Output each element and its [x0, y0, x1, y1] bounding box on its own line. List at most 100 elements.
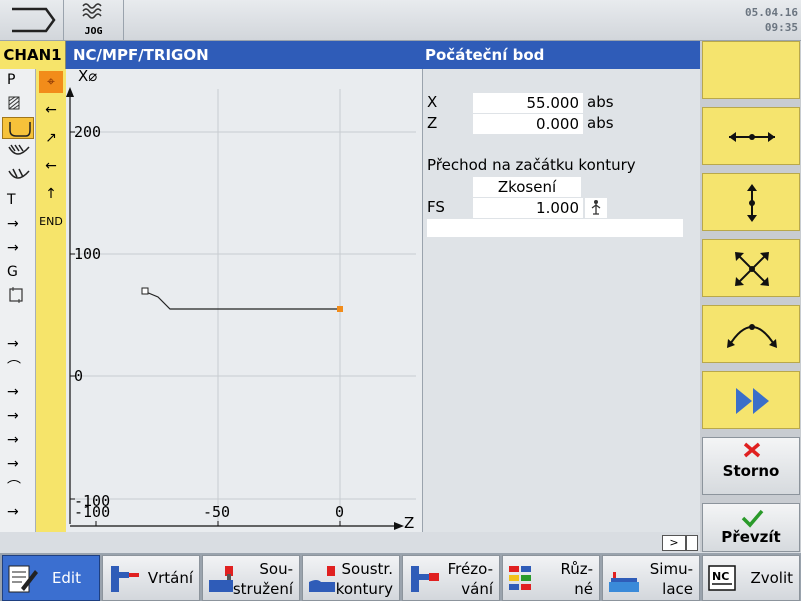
edit-pencil-icon: [8, 565, 38, 593]
drilling-label: Vrtání: [147, 569, 193, 587]
softkey-horizontal-button[interactable]: [702, 107, 800, 165]
step-program-header[interactable]: P: [2, 69, 34, 91]
z-value-field[interactable]: 0.000: [473, 114, 583, 134]
simulation-label-line2: lace: [662, 580, 693, 598]
accept-label: Převzít: [721, 528, 781, 546]
milling-button[interactable]: Frézo- vání: [402, 555, 500, 601]
element-up-arrow[interactable]: ↑: [39, 183, 63, 205]
step-contour-icon[interactable]: [2, 117, 34, 139]
transition-heading: Přechod na začátku kontury: [427, 156, 636, 174]
step-arrow-2[interactable]: →: [2, 237, 34, 259]
misc-label-line2: né: [574, 580, 593, 598]
contour-turning-label: Soustr. kontury: [336, 559, 393, 599]
date-text: 05.04.16: [745, 6, 798, 19]
edit-button[interactable]: Edit: [2, 555, 100, 601]
element-left-arrow-2[interactable]: ←: [39, 155, 63, 177]
softkey-arc-button[interactable]: [702, 305, 800, 363]
contour-start-marker: [141, 287, 149, 295]
horizontal-softkeys: Edit Vrtání Sou- stružení Soustr. kontur…: [0, 553, 801, 601]
fs-value-field[interactable]: 1.000: [473, 198, 583, 218]
y-tick-100: 100: [74, 245, 101, 263]
step-arrow-7[interactable]: →: [2, 453, 34, 475]
blank-hatch-icon: [8, 96, 20, 110]
step-arrow-3[interactable]: →: [2, 333, 34, 355]
step-arrow-5[interactable]: →: [2, 405, 34, 427]
softkey-forward-button[interactable]: [702, 371, 800, 429]
misc-grid-icon: [509, 566, 531, 590]
softkey-vertical-button[interactable]: [702, 173, 800, 231]
end-marker[interactable]: END: [39, 211, 63, 233]
contour-element-list: ⌖ ← ↗ ← ↑ END: [36, 69, 66, 532]
edit-label: Edit: [51, 569, 81, 587]
softkey-diagonal-button[interactable]: [702, 239, 800, 297]
misc-button[interactable]: Růz- né: [502, 555, 600, 601]
step-tool[interactable]: T: [2, 189, 34, 211]
parameter-panel: X 55.000 abs Z 0.000 abs Přechod na začá…: [422, 69, 700, 532]
step-gcode[interactable]: G: [2, 261, 34, 283]
step-stock-removal-icon[interactable]: [2, 141, 34, 163]
drilling-button[interactable]: Vrtání: [102, 555, 200, 601]
x-unit[interactable]: abs: [587, 93, 614, 111]
residual-icon: [8, 168, 30, 179]
softkey-empty-1[interactable]: [702, 41, 800, 99]
start-point-icon[interactable]: ⌖: [39, 71, 63, 93]
x-value-field[interactable]: 55.000: [473, 93, 583, 113]
program-step-list: P T → → G → ⌒ → → → → ⌒ →: [0, 69, 36, 532]
step-residual-icon[interactable]: [2, 165, 34, 187]
date-time: 05.04.16 09:35: [745, 5, 798, 35]
scroll-end-button[interactable]: [686, 535, 698, 551]
scroll-right-button[interactable]: >: [662, 535, 686, 551]
arc-icon: [727, 324, 777, 348]
x-label: X: [427, 93, 438, 111]
simulation-label-line1: Simu-: [649, 560, 693, 578]
step-arc-2[interactable]: ⌒: [2, 477, 34, 499]
turning-button[interactable]: Sou- stružení: [202, 555, 300, 601]
tick-marks: [70, 131, 341, 526]
x-tick-neg100: -100: [74, 503, 110, 521]
nc-icon-text: NC: [712, 570, 729, 583]
contour-turning-label-line1: Soustr.: [341, 560, 393, 578]
step-arrow-4[interactable]: →: [2, 381, 34, 403]
z-unit[interactable]: abs: [587, 114, 614, 132]
simulation-button[interactable]: Simu- lace: [602, 555, 700, 601]
cancel-button[interactable]: Storno: [702, 437, 800, 495]
step-blank-icon[interactable]: [2, 93, 34, 115]
select-button[interactable]: NC Zvolit: [702, 555, 800, 601]
current-point-marker: [337, 306, 343, 312]
vertical-softkeys: Storno Převzít: [700, 41, 801, 552]
z-label: Z: [427, 114, 438, 132]
milling-label-line2: vání: [461, 580, 493, 598]
step-arrow-8[interactable]: →: [2, 501, 34, 523]
x-tick-labels: -100 -50 0: [74, 503, 344, 521]
menu-select-button[interactable]: [0, 0, 64, 40]
turning-label-line2: stružení: [232, 580, 293, 598]
y-axis-label: X⌀: [78, 69, 97, 85]
nc-select-icon: NC: [708, 565, 736, 591]
accept-button[interactable]: Převzít: [702, 503, 800, 552]
contour-turning-button[interactable]: Soustr. kontury: [302, 555, 400, 601]
select-label: Zvolit: [750, 569, 793, 587]
y-tick-labels: 200 100 0 -100: [74, 123, 110, 510]
channel-label: CHAN1: [0, 41, 66, 69]
jog-label: JOG: [84, 26, 103, 37]
misc-label: Růz- né: [560, 559, 593, 599]
contour-icon: [9, 122, 31, 137]
step-arrow-6[interactable]: →: [2, 429, 34, 451]
stock-removal-icon: [8, 144, 30, 155]
top-status-bar: JOG 05.04.16 09:35: [0, 0, 801, 41]
transition-type-select[interactable]: Zkosení: [473, 177, 581, 197]
step-arc-1[interactable]: ⌒: [2, 357, 34, 379]
grid-lines: [74, 89, 416, 524]
jog-wave-icon: [82, 3, 102, 19]
element-diagonal-arrow[interactable]: ↗: [39, 127, 63, 149]
time-text: 09:35: [764, 21, 798, 34]
element-left-arrow[interactable]: ←: [39, 99, 63, 121]
chamfer-tool-icon: [591, 200, 601, 215]
header-bar: CHAN1 NC/MPF/TRIGON Počáteční bod: [0, 41, 700, 69]
cycle-icon: [9, 287, 23, 303]
y-tick-200: 200: [74, 123, 101, 141]
step-cycle-icon[interactable]: [2, 285, 34, 307]
step-arrow-1[interactable]: →: [2, 213, 34, 235]
x-tick-0: 0: [335, 503, 344, 521]
turning-label: Sou- stružení: [233, 559, 293, 599]
